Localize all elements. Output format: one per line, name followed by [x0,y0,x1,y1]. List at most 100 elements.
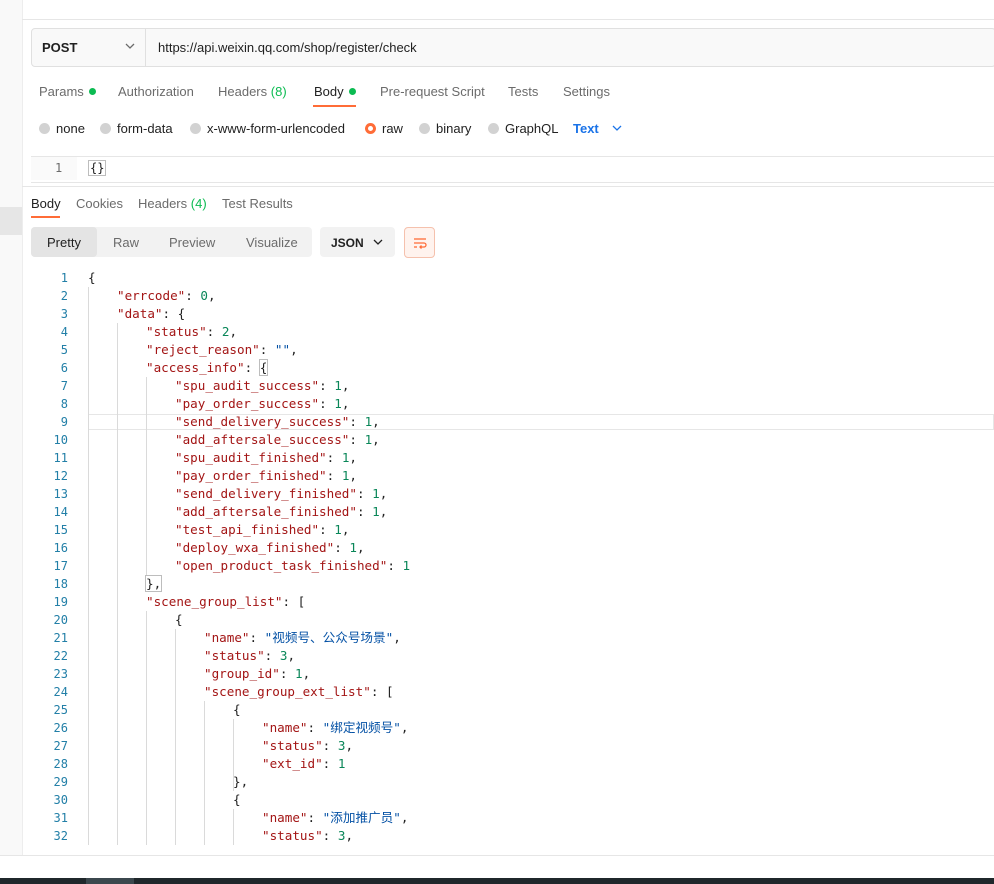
chevron-down-icon [125,43,135,49]
radio-icon [39,123,50,134]
code-punct: , [287,648,296,663]
tab-label: Params [39,84,84,99]
radio-icon [100,123,111,134]
view-preview-button[interactable]: Preview [169,235,215,250]
code-punct: , [341,396,350,411]
line-number: 12 [53,469,68,483]
method-select[interactable]: POST [32,29,146,66]
body-option-binary[interactable]: binary [419,121,471,136]
json-key: "deploy_wxa_finished" [175,540,335,555]
tab-body[interactable]: Body [314,84,356,99]
code-punct: : [279,666,295,681]
method-label: POST [42,40,78,55]
json-value: "绑定视频号" [322,720,401,735]
code-punct: : [185,288,201,303]
tab-count: (4) [190,196,207,211]
tab-settings[interactable]: Settings [563,84,610,99]
code-punct: : [356,504,373,519]
response-tab-test-results[interactable]: Test Results [222,196,293,211]
line-number: 24 [53,685,68,699]
code-line: "send_delivery_success": 1, [175,413,380,431]
left-panel-highlight [0,207,22,235]
taskbar [0,878,994,884]
indent-guide [117,323,118,845]
view-pretty-button[interactable]: Pretty [47,235,81,250]
code-punct: : [322,828,338,843]
code-line: { [233,701,241,719]
response-tab-body[interactable]: Body [31,196,61,211]
line-number: 10 [53,433,68,447]
tab-headers[interactable]: Headers (8) [218,84,287,99]
raw-format-select[interactable]: Text [573,121,599,136]
json-key: "errcode" [117,288,186,303]
indent-guide [175,629,176,845]
tab-pre-request-script[interactable]: Pre-request Script [380,84,485,99]
json-key: "spu_audit_finished" [175,450,327,465]
code-punct: { [233,702,241,717]
code-punct: : [356,486,373,501]
tab-authorization[interactable]: Authorization [118,84,194,99]
tab-params[interactable]: Params [39,84,96,99]
body-option-none[interactable]: none [39,121,85,136]
json-value: "视频号、公众号场景" [264,630,394,645]
view-raw-button[interactable]: Raw [113,235,139,250]
response-format-select[interactable]: JSON [320,227,395,257]
divider [0,855,994,856]
code-punct: : [322,738,338,753]
body-option-urlencoded[interactable]: x-www-form-urlencoded [190,121,345,136]
json-key: "pay_order_success" [175,396,320,411]
json-value: 1 [334,522,342,537]
body-option-graphql[interactable]: GraphQL [488,121,558,136]
line-number: 22 [53,649,68,663]
response-tab-headers[interactable]: Headers (4) [138,196,207,211]
json-key: "test_api_finished" [175,522,320,537]
code-line: "data": { [117,305,185,323]
chevron-down-icon [373,239,383,245]
request-body-code[interactable]: {} [88,160,107,176]
chevron-down-icon[interactable] [611,121,623,135]
response-body-viewer[interactable]: 1{2 "errcode": 0, 3 "data": {4 "status": 2, 5… [22,268,994,848]
code-punct: : [244,360,260,375]
request-body-editor[interactable] [31,156,994,183]
line-number: 27 [53,739,68,753]
code-line: }, [144,575,163,593]
code-punct: { [88,270,96,285]
code-line: }, [233,773,248,791]
line-number: 31 [53,811,68,825]
code-punct: , [345,828,354,843]
divider [22,19,994,20]
line-number: 17 [53,559,68,573]
url-input[interactable]: https://api.weixin.qq.com/shop/register/… [158,40,417,55]
json-key: "status" [262,828,323,843]
json-key: "scene_group_ext_list" [204,684,371,699]
line-number: 29 [53,775,68,789]
wrap-lines-button[interactable] [404,227,435,258]
body-option-form-data[interactable]: form-data [100,121,173,136]
line-number: 28 [53,757,68,771]
tab-tests[interactable]: Tests [508,84,538,99]
json-value: 1 [337,756,346,771]
option-label: x-www-form-urlencoded [207,121,345,136]
code-punct: }, [233,774,249,789]
json-key: "status" [262,738,323,753]
left-panel-edge [0,0,23,856]
code-punct: : [319,396,335,411]
active-tab-indicator [313,105,356,107]
radio-selected-icon [365,123,376,134]
taskbar-item[interactable] [86,878,134,884]
response-tab-cookies[interactable]: Cookies [76,196,123,211]
code-punct: , [349,450,358,465]
code-line: "errcode": 0, [117,287,216,305]
radio-icon [488,123,499,134]
code-line: { [88,269,96,287]
code-line: "status": 3, [262,737,353,755]
line-number: 5 [60,343,68,357]
option-label: raw [382,121,403,136]
line-number: 26 [53,721,68,735]
indent-guide [233,719,234,791]
view-visualize-button[interactable]: Visualize [246,235,298,250]
code-punct: : [206,324,222,339]
body-option-raw[interactable]: raw [365,121,403,136]
wrap-lines-icon [414,238,427,249]
code-line: "status": 3, [204,647,295,665]
